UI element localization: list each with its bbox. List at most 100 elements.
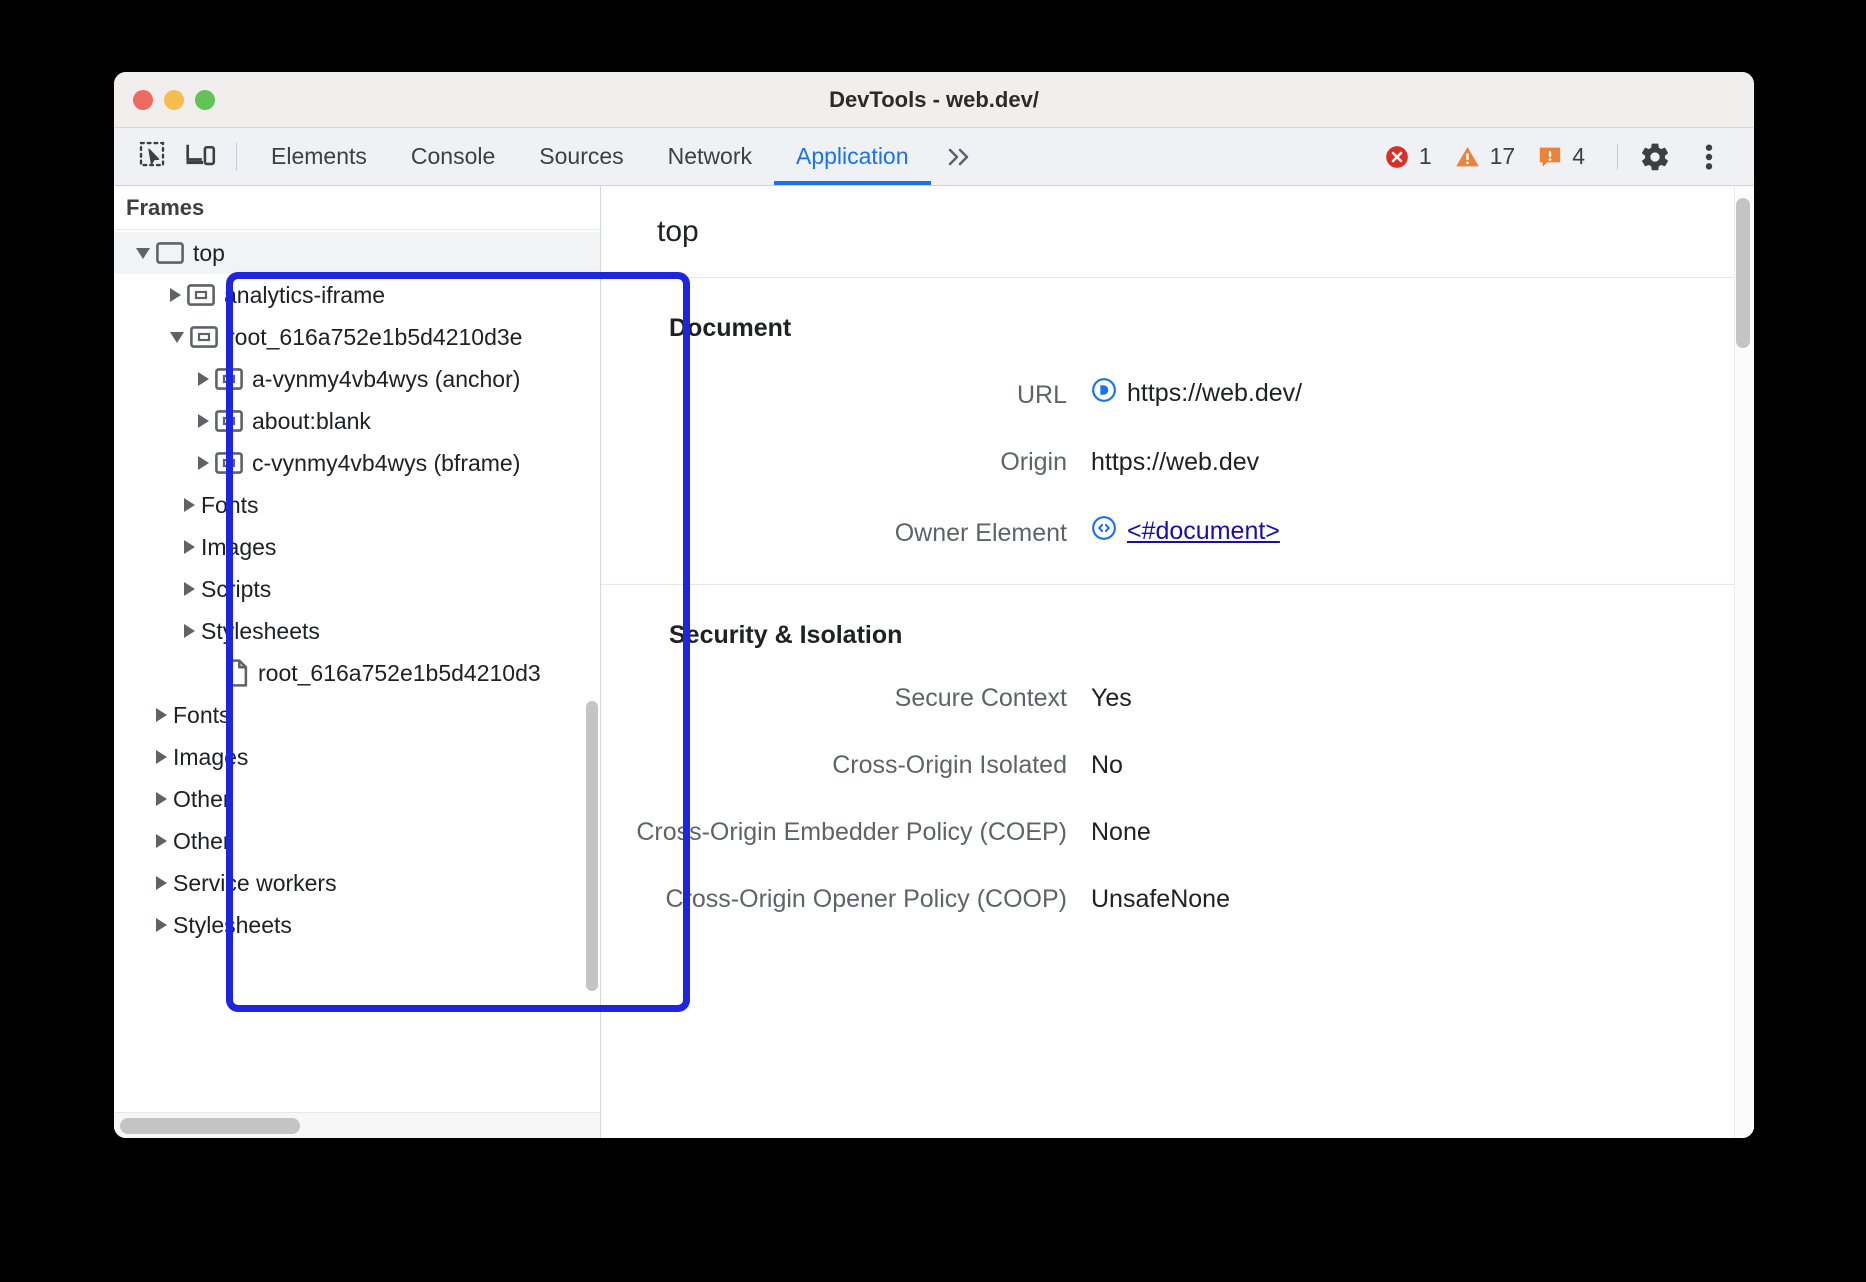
close-window-button[interactable] — [133, 90, 153, 110]
inspect-element-button[interactable] — [128, 128, 176, 185]
frame-icon — [215, 452, 243, 474]
error-counter[interactable]: 1 — [1384, 143, 1432, 170]
issue-icon — [1537, 144, 1563, 170]
tree-item-label: Fonts — [201, 492, 259, 519]
scrollbar-thumb[interactable] — [1736, 198, 1750, 348]
devtools-body: Frames top — [114, 186, 1754, 1138]
row-value[interactable]: https://web.dev/ — [1091, 377, 1302, 410]
tree-item-label: Stylesheets — [201, 618, 320, 645]
tree-item-top[interactable]: top — [114, 232, 600, 274]
tree-item-stylesheets-nested[interactable]: Stylesheets — [114, 610, 600, 652]
row-key: Cross-Origin Embedder Policy (COEP) — [601, 818, 1091, 847]
chevron-right-icon[interactable] — [184, 498, 195, 512]
issues-counter[interactable]: 4 — [1537, 143, 1585, 170]
tree-item-label: Stylesheets — [173, 912, 292, 939]
row-value: Yes — [1091, 684, 1132, 713]
row-owner-element: Owner Element <#document> — [601, 515, 1754, 548]
row-value: None — [1091, 818, 1151, 847]
frame-details-panel: top Document URL h — [601, 186, 1754, 1138]
frames-tree: top analytics-iframe — [114, 230, 600, 946]
tree-item-fonts-nested[interactable]: Fonts — [114, 484, 600, 526]
chevron-right-icon[interactable] — [170, 288, 181, 302]
frames-tree-horizontal-scrollbar[interactable] — [114, 1112, 600, 1138]
tab-elements[interactable]: Elements — [249, 128, 389, 185]
tree-item-analytics-iframe[interactable]: analytics-iframe — [114, 274, 600, 316]
tab-console[interactable]: Console — [389, 128, 517, 185]
details-vertical-scrollbar[interactable] — [1734, 186, 1754, 1138]
document-circle-icon — [1091, 377, 1117, 410]
tab-sources[interactable]: Sources — [517, 128, 645, 185]
chevron-down-icon[interactable] — [170, 332, 184, 343]
tree-item-other-1[interactable]: Other — [114, 778, 600, 820]
frame-icon — [215, 368, 243, 390]
tree-item-label: Fonts — [173, 702, 231, 729]
frame-icon — [190, 326, 218, 348]
section-document: Document URL https://web.dev/ — [601, 278, 1754, 585]
warning-counter[interactable]: 17 — [1454, 143, 1516, 170]
chevron-right-icon[interactable] — [156, 918, 167, 932]
section-title: Document — [601, 314, 1754, 343]
maximize-window-button[interactable] — [195, 90, 215, 110]
code-circle-icon — [1091, 515, 1117, 548]
tree-item-anchor-frame[interactable]: a-vynmy4vb4wys (anchor) — [114, 358, 600, 400]
row-value: UnsafeNone — [1091, 885, 1230, 914]
tree-item-images[interactable]: Images — [114, 736, 600, 778]
tree-item-fonts[interactable]: Fonts — [114, 694, 600, 736]
warning-count: 17 — [1490, 143, 1516, 170]
tree-item-about-blank[interactable]: about:blank — [114, 400, 600, 442]
more-tabs-button[interactable] — [931, 128, 989, 185]
document-icon — [225, 659, 249, 687]
frames-header: Frames — [114, 186, 600, 230]
chevron-right-icon[interactable] — [198, 372, 209, 386]
tree-item-root-frame[interactable]: root_616a752e1b5d4210d3e — [114, 316, 600, 358]
tree-item-images-nested[interactable]: Images — [114, 526, 600, 568]
tree-item-scripts-nested[interactable]: Scripts — [114, 568, 600, 610]
row-key: Cross-Origin Opener Policy (COOP) — [601, 885, 1091, 914]
tree-item-label: about:blank — [252, 408, 371, 435]
toolbar-divider-right — [1617, 144, 1618, 170]
row-url: URL https://web.dev/ — [601, 377, 1754, 410]
tree-item-bframe[interactable]: c-vynmy4vb4wys (bframe) — [114, 442, 600, 484]
minimize-window-button[interactable] — [164, 90, 184, 110]
device-toolbar-icon — [184, 139, 216, 174]
gear-icon — [1639, 141, 1671, 173]
chevron-right-icon[interactable] — [198, 456, 209, 470]
chevron-right-icon[interactable] — [156, 750, 167, 764]
chevron-right-icon[interactable] — [156, 834, 167, 848]
row-value: https://web.dev — [1091, 448, 1259, 477]
spacer — [208, 673, 219, 674]
tree-item-other-2[interactable]: Other — [114, 820, 600, 862]
row-origin: Origin https://web.dev — [601, 448, 1754, 477]
row-value[interactable]: <#document> — [1091, 515, 1280, 548]
chevron-right-icon[interactable] — [184, 582, 195, 596]
tree-item-stylesheet-file[interactable]: root_616a752e1b5d4210d3 — [114, 652, 600, 694]
tree-item-label: a-vynmy4vb4wys (anchor) — [252, 366, 520, 393]
tab-application[interactable]: Application — [774, 128, 931, 185]
row-key: Cross-Origin Isolated — [601, 751, 1091, 780]
tree-item-label: Service workers — [173, 870, 337, 897]
chevron-down-icon[interactable] — [136, 248, 150, 259]
tab-network[interactable]: Network — [646, 128, 774, 185]
tree-item-label: top — [193, 240, 225, 267]
scrollbar-thumb[interactable] — [120, 1118, 300, 1134]
more-options-button[interactable] — [1682, 141, 1736, 173]
issue-count: 4 — [1572, 143, 1585, 170]
owner-element-link[interactable]: <#document> — [1127, 517, 1280, 546]
chevron-right-icon[interactable] — [198, 414, 209, 428]
device-toolbar-button[interactable] — [176, 128, 224, 185]
frame-icon — [215, 410, 243, 432]
tree-item-service-workers[interactable]: Service workers — [114, 862, 600, 904]
frames-tree-vertical-scrollbar[interactable] — [586, 701, 598, 991]
settings-button[interactable] — [1628, 141, 1682, 173]
url-value: https://web.dev/ — [1127, 379, 1302, 408]
row-secure-context: Secure Context Yes — [601, 684, 1754, 713]
tree-item-stylesheets[interactable]: Stylesheets — [114, 904, 600, 946]
chevron-right-icon[interactable] — [156, 792, 167, 806]
chevron-right-icon[interactable] — [184, 540, 195, 554]
section-security-isolation: Security & Isolation Secure Context Yes … — [601, 585, 1754, 950]
chevron-right-icon[interactable] — [156, 876, 167, 890]
frames-tree-scroll[interactable]: top analytics-iframe — [114, 230, 600, 1112]
chevron-right-icon[interactable] — [184, 624, 195, 638]
row-key: URL — [601, 381, 1091, 410]
chevron-right-icon[interactable] — [156, 708, 167, 722]
